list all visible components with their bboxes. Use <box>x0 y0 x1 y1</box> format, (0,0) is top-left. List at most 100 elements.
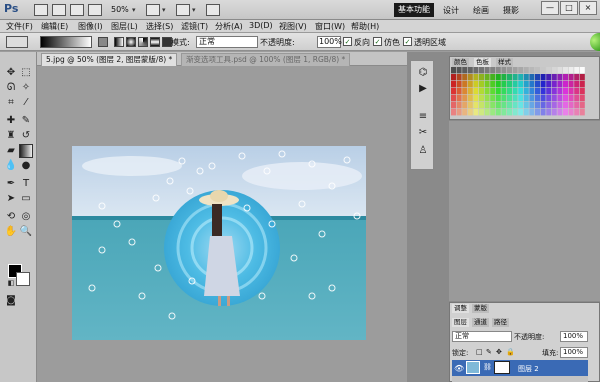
background-color-swatch[interactable] <box>16 272 30 286</box>
color-swatch[interactable] <box>495 102 501 109</box>
tab-document-1[interactable]: 5.jpg @ 50% (图层 2, 图层蒙版/8) * <box>41 53 178 66</box>
menu-edit[interactable]: 编辑(E) <box>41 21 68 32</box>
tab-paths[interactable]: 路径 <box>492 318 509 327</box>
color-swatch[interactable] <box>501 109 507 116</box>
color-swatch[interactable] <box>529 81 535 88</box>
color-swatch[interactable] <box>535 88 540 95</box>
color-swatch[interactable] <box>484 88 490 95</box>
color-swatch[interactable] <box>479 88 484 95</box>
minimize-button[interactable]: — <box>541 1 559 15</box>
color-swatch[interactable] <box>473 81 479 88</box>
workspace-photography-link[interactable]: 摄影 <box>503 5 519 16</box>
clone-stamp-tool-icon[interactable]: ♜ <box>4 129 18 143</box>
reverse-checkbox[interactable]: ✓ <box>343 37 352 46</box>
color-swatch[interactable] <box>467 81 473 88</box>
color-swatch[interactable] <box>495 88 501 95</box>
lasso-tool-icon[interactable]: ᘏ <box>4 81 18 95</box>
color-swatch[interactable] <box>462 109 468 116</box>
color-swatch[interactable] <box>551 74 557 81</box>
tab-color[interactable]: 颜色 <box>452 58 469 67</box>
color-swatch[interactable] <box>462 88 468 95</box>
color-swatch[interactable] <box>518 67 524 74</box>
color-swatch[interactable] <box>456 81 462 88</box>
color-swatch[interactable] <box>557 81 563 88</box>
color-swatch[interactable] <box>540 102 546 109</box>
chain-link-icon[interactable]: ⛓ <box>483 363 492 371</box>
blur-tool-icon[interactable]: 💧 <box>4 159 18 173</box>
move-tool-icon[interactable]: ✥ <box>4 66 18 80</box>
color-swatch[interactable] <box>451 95 456 102</box>
zoom-tool-icon[interactable] <box>88 4 102 16</box>
layer-mask-thumbnail[interactable] <box>494 361 510 374</box>
color-swatch[interactable] <box>579 74 585 81</box>
color-swatch[interactable] <box>518 109 524 116</box>
tool-preset-picker[interactable] <box>6 36 28 48</box>
color-swatch[interactable] <box>507 81 512 88</box>
lock-all-icon[interactable]: 🔒 <box>506 348 515 356</box>
color-swatch[interactable] <box>546 109 552 116</box>
color-swatch[interactable] <box>484 81 490 88</box>
color-swatch[interactable] <box>507 109 512 116</box>
color-swatch[interactable] <box>540 95 546 102</box>
crop-tool-icon[interactable]: ⌗ <box>4 96 18 110</box>
color-swatch[interactable] <box>479 67 484 74</box>
color-swatch[interactable] <box>568 109 574 116</box>
color-swatch[interactable] <box>456 88 462 95</box>
color-swatch[interactable] <box>451 67 456 74</box>
color-swatch[interactable] <box>523 74 529 81</box>
color-swatch[interactable] <box>546 95 552 102</box>
color-swatch[interactable] <box>568 102 574 109</box>
color-swatch[interactable] <box>523 67 529 74</box>
color-swatch[interactable] <box>473 67 479 74</box>
3d-orbit-tool-icon[interactable]: ◎ <box>19 210 33 224</box>
color-swatch[interactable] <box>551 81 557 88</box>
color-swatch[interactable] <box>551 109 557 116</box>
color-swatch[interactable] <box>540 74 546 81</box>
color-swatch[interactable] <box>551 67 557 74</box>
quick-mask-icon[interactable]: ◙ <box>4 294 18 308</box>
color-swatch[interactable] <box>473 95 479 102</box>
color-swatch[interactable] <box>563 67 568 74</box>
color-swatch[interactable] <box>512 95 518 102</box>
color-swatch[interactable] <box>563 81 568 88</box>
gradient-tool-icon[interactable] <box>19 144 33 158</box>
color-swatch[interactable] <box>501 102 507 109</box>
color-swatch[interactable] <box>507 74 512 81</box>
menu-select[interactable]: 选择(S) <box>146 21 173 32</box>
color-swatch[interactable] <box>473 88 479 95</box>
lock-transparent-icon[interactable]: □ <box>476 348 483 356</box>
color-swatch[interactable] <box>501 67 507 74</box>
layer-row[interactable] <box>452 376 588 382</box>
color-swatch[interactable] <box>540 67 546 74</box>
color-swatch[interactable] <box>574 102 580 109</box>
color-swatch[interactable] <box>563 95 568 102</box>
mini-bridge-icon[interactable] <box>52 4 66 16</box>
menu-filter[interactable]: 滤镜(T) <box>181 21 208 32</box>
color-swatch[interactable] <box>579 67 585 74</box>
color-swatch[interactable] <box>535 74 540 81</box>
color-swatch[interactable] <box>484 109 490 116</box>
color-swatch[interactable] <box>546 74 552 81</box>
tab-masks[interactable]: 蒙版 <box>472 304 489 313</box>
color-swatch[interactable] <box>490 88 496 95</box>
color-swatch[interactable] <box>535 81 540 88</box>
color-swatch[interactable] <box>512 81 518 88</box>
linear-gradient-icon[interactable] <box>114 37 124 47</box>
color-swatch[interactable] <box>512 102 518 109</box>
menu-layer[interactable]: 图层(L) <box>111 21 138 32</box>
color-swatch[interactable] <box>473 102 479 109</box>
color-swatch[interactable] <box>512 74 518 81</box>
workspace-essentials-button[interactable]: 基本功能 <box>394 3 434 17</box>
color-swatch[interactable] <box>507 67 512 74</box>
color-swatch[interactable] <box>507 95 512 102</box>
color-swatch[interactable] <box>456 102 462 109</box>
3d-rotate-tool-icon[interactable]: ⟲ <box>4 210 18 224</box>
color-swatch[interactable] <box>518 88 524 95</box>
magic-wand-tool-icon[interactable]: ✧ <box>19 81 33 95</box>
color-swatch[interactable] <box>462 102 468 109</box>
color-swatch[interactable] <box>467 95 473 102</box>
document-image[interactable] <box>72 146 366 340</box>
color-swatch[interactable] <box>484 95 490 102</box>
color-swatch[interactable] <box>546 88 552 95</box>
color-swatch[interactable] <box>557 74 563 81</box>
